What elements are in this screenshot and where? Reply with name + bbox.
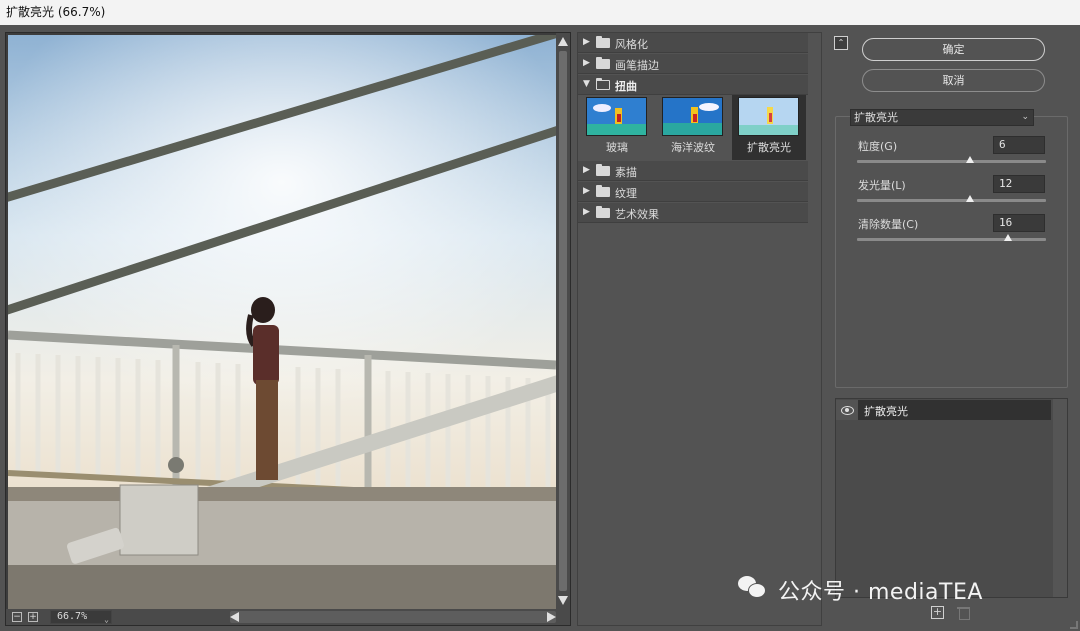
clear-amount-input[interactable]: 16: [993, 214, 1045, 232]
zoom-in-button[interactable]: +: [28, 612, 38, 622]
graininess-input[interactable]: 6: [993, 136, 1045, 154]
preview-vertical-scrollbar[interactable]: [556, 33, 570, 609]
category-distort[interactable]: ▼ 扭曲: [578, 75, 808, 95]
category-label: 画笔描边: [615, 59, 659, 72]
glow-amount-input[interactable]: 12: [993, 175, 1045, 193]
scroll-left-icon[interactable]: [230, 612, 239, 622]
graininess-slider[interactable]: [857, 156, 1046, 163]
folder-icon: [596, 185, 610, 197]
category-brush-strokes[interactable]: ▶ 画笔描边: [578, 54, 808, 74]
collapse-gallery-button[interactable]: ⌃: [834, 36, 848, 50]
expand-arrow-icon: ▶: [583, 37, 590, 47]
graininess-label: 粒度(G): [858, 140, 898, 153]
effect-layers-list: 扩散亮光: [835, 398, 1068, 598]
glow-amount-slider[interactable]: [857, 195, 1046, 202]
settings-panel: ⌃ 确定 取消 扩散亮光 ⌄ 粒度(G) 6 发光量(L) 12 清除数量(C)…: [828, 32, 1080, 631]
category-sketch[interactable]: ▶ 素描: [578, 161, 808, 181]
folder-icon: [596, 206, 610, 218]
category-artistic[interactable]: ▶ 艺术效果: [578, 203, 808, 223]
collapse-arrow-icon: ▼: [583, 79, 590, 89]
expand-arrow-icon: ▶: [583, 58, 590, 68]
preview-footer: − + 66.7% ⌄: [6, 609, 570, 625]
filter-thumb-diffuse-glow[interactable]: 扩散亮光: [732, 95, 806, 160]
filter-thumbnails: 玻璃 海洋波纹 扩散亮光: [578, 95, 808, 160]
preview-pane[interactable]: − + 66.7% ⌄: [5, 32, 571, 626]
slider-knob[interactable]: [1004, 234, 1013, 241]
effect-layer-row[interactable]: 扩散亮光: [836, 400, 1051, 420]
resize-grip-icon[interactable]: [1070, 621, 1078, 629]
chevron-down-icon: ⌄: [1021, 112, 1029, 122]
glow-amount-label: 发光量(L): [858, 179, 906, 192]
scroll-down-icon[interactable]: [558, 596, 568, 605]
slider-knob[interactable]: [966, 156, 975, 163]
preview-image[interactable]: [8, 35, 556, 609]
zoom-out-button[interactable]: −: [12, 612, 22, 622]
chevron-down-icon: ⌄: [104, 615, 109, 624]
ok-button[interactable]: 确定: [862, 38, 1045, 61]
vertical-scroll-thumb[interactable]: [559, 51, 567, 591]
scroll-up-icon[interactable]: [558, 37, 568, 46]
category-label: 素描: [615, 166, 637, 179]
filter-thumb-glass[interactable]: 玻璃: [580, 95, 654, 160]
category-label: 艺术效果: [615, 208, 659, 221]
new-effect-layer-icon[interactable]: +: [931, 606, 944, 619]
thumbnail-image: [586, 97, 647, 136]
open-folder-icon: [596, 78, 610, 90]
category-texture[interactable]: ▶ 纹理: [578, 182, 808, 202]
preview-horizontal-scrollbar[interactable]: [230, 611, 556, 623]
clear-amount-label: 清除数量(C): [858, 218, 919, 231]
filter-gallery: ▶ 风格化 ▶ 画笔描边 ▼ 扭曲 玻璃 海洋波纹 扩散亮光 ▶ 素描 ▶ 纹理…: [577, 32, 822, 626]
wechat-logo-icon: [738, 574, 766, 598]
zoom-level-select[interactable]: 66.7% ⌄: [50, 610, 112, 624]
slider-knob[interactable]: [966, 195, 975, 202]
thumbnail-label: 海洋波纹: [671, 141, 715, 154]
thumbnail-image: [738, 97, 799, 136]
filter-thumb-ocean-ripple[interactable]: 海洋波纹: [656, 95, 730, 160]
effect-layer-name: 扩散亮光: [864, 405, 908, 418]
expand-arrow-icon: ▶: [583, 165, 590, 175]
eye-icon[interactable]: [836, 400, 858, 420]
trash-icon[interactable]: [957, 606, 970, 620]
folder-icon: [596, 36, 610, 48]
folder-icon: [596, 57, 610, 69]
layers-scrollbar[interactable]: [1053, 399, 1067, 597]
folder-icon: [596, 164, 610, 176]
watermark: 公众号 · mediaTEA: [738, 572, 1058, 605]
category-label: 扭曲: [615, 80, 637, 93]
category-stylize[interactable]: ▶ 风格化: [578, 33, 808, 53]
expand-arrow-icon: ▶: [583, 186, 590, 196]
clear-amount-slider[interactable]: [857, 234, 1046, 241]
scroll-right-icon[interactable]: [547, 612, 556, 622]
thumbnail-label: 玻璃: [606, 141, 628, 154]
watermark-text: 公众号 · mediaTEA: [778, 580, 983, 605]
filter-select-value: 扩散亮光: [854, 111, 898, 124]
thumbnail-image: [662, 97, 723, 136]
filter-select[interactable]: 扩散亮光 ⌄: [850, 109, 1034, 126]
bridge-photo: [8, 35, 556, 609]
expand-arrow-icon: ▶: [583, 207, 590, 217]
category-label: 纹理: [615, 187, 637, 200]
thumbnail-label: 扩散亮光: [747, 141, 791, 154]
cancel-button[interactable]: 取消: [862, 69, 1045, 92]
zoom-level-value: 66.7%: [57, 611, 88, 622]
window-title: 扩散亮光 (66.7%): [0, 0, 1080, 25]
filter-settings: 扩散亮光 ⌄ 粒度(G) 6 发光量(L) 12 清除数量(C) 16: [835, 109, 1068, 388]
category-label: 风格化: [615, 38, 648, 51]
